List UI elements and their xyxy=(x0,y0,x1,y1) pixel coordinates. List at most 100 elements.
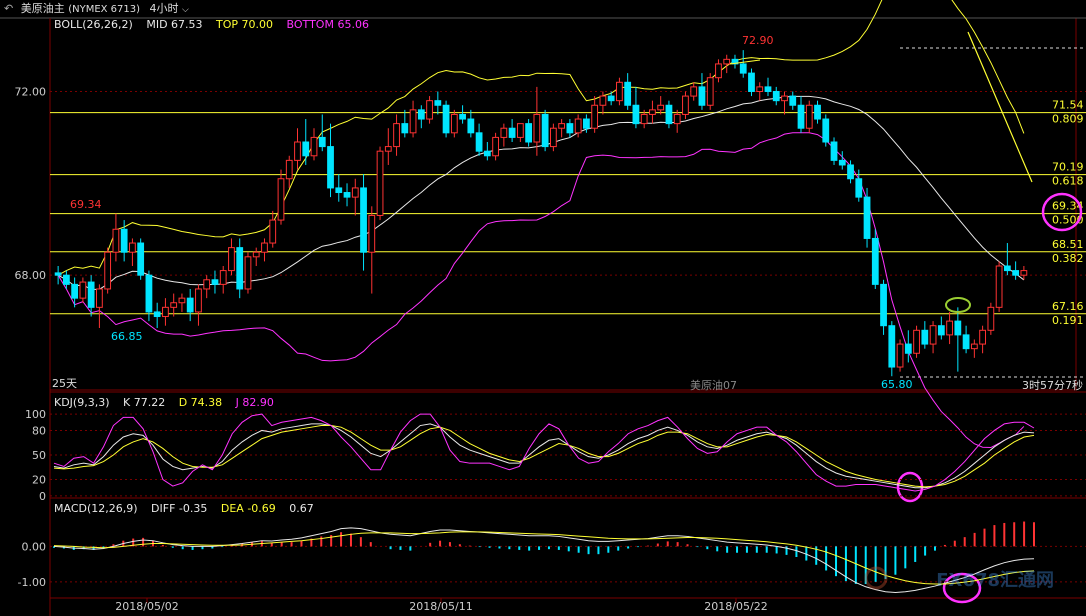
candle-body xyxy=(599,95,607,106)
candle-body xyxy=(979,329,986,345)
kdj-tick-label: 0 xyxy=(39,490,46,503)
candle-body xyxy=(120,228,128,253)
kdj-tick-label: 100 xyxy=(25,408,46,421)
candle-body xyxy=(723,58,731,65)
candle-body xyxy=(401,123,409,134)
candle-body xyxy=(954,320,962,336)
boll-bottom-line xyxy=(57,132,1025,449)
candle-body xyxy=(1003,265,1011,272)
candle-body xyxy=(368,214,376,253)
candle-body xyxy=(87,281,95,308)
macd-tick-label: -1.00 xyxy=(18,576,46,589)
candle-body xyxy=(929,325,937,345)
candle-body xyxy=(946,320,953,336)
candle-body xyxy=(104,251,112,290)
candle-body xyxy=(533,113,541,143)
candle-body xyxy=(360,187,367,253)
candle-body xyxy=(178,297,186,304)
candle-body xyxy=(583,118,590,129)
candle-body xyxy=(54,272,62,276)
candle-body xyxy=(921,329,929,345)
candle-body xyxy=(797,104,805,129)
candle-body xyxy=(863,196,871,239)
kdj-tick-label: 80 xyxy=(32,424,46,437)
candle-body xyxy=(244,256,252,290)
candle-body xyxy=(500,127,508,138)
candle-body xyxy=(904,343,912,354)
candle-body xyxy=(409,109,417,134)
macd-tick-label: 0.00 xyxy=(22,540,47,553)
fib-price-label: 70.19 xyxy=(1052,161,1084,174)
candle-body xyxy=(632,104,640,125)
candle-body xyxy=(665,104,673,125)
candle-body xyxy=(384,146,392,152)
kdj-tick-label: 20 xyxy=(32,474,46,487)
candle-body xyxy=(426,100,433,120)
candle-body xyxy=(145,274,153,313)
left-high-label: 69.34 xyxy=(70,198,102,211)
watermark-code-label: 美原油07 xyxy=(690,378,737,392)
left-low-label: 66.85 xyxy=(111,330,143,343)
trendline xyxy=(967,31,1033,183)
candle-body xyxy=(871,237,879,285)
candle-body xyxy=(492,136,499,157)
candle-body xyxy=(781,95,788,102)
candle-body xyxy=(508,127,516,138)
candle-body xyxy=(351,187,359,198)
candle-body xyxy=(170,302,178,308)
candle-body xyxy=(772,90,780,102)
chart-canvas[interactable]: 72.0068.0071.540.80970.190.61869.340.500… xyxy=(0,0,1086,616)
candle-body xyxy=(937,325,945,336)
candle-body xyxy=(203,279,211,290)
candle-body xyxy=(434,100,442,106)
candle-body xyxy=(657,104,665,111)
candle-body xyxy=(814,104,821,120)
candle-body xyxy=(343,192,351,198)
candle-body xyxy=(228,247,235,272)
candle-body xyxy=(327,146,334,189)
candle-body xyxy=(566,123,574,134)
candle-body xyxy=(624,81,632,106)
candle-body xyxy=(541,113,549,148)
boll-mid-line xyxy=(57,95,1025,290)
candle-body xyxy=(888,325,896,368)
candle-body xyxy=(112,228,120,253)
candle-body xyxy=(483,150,491,157)
candle-body xyxy=(896,343,904,368)
x-tick-label: 2018/05/22 xyxy=(704,600,767,613)
candle-body xyxy=(558,123,566,129)
candle-body xyxy=(335,187,343,194)
x-tick-label: 2018/05/02 xyxy=(115,600,178,613)
candle-body xyxy=(211,279,219,285)
candle-body xyxy=(186,297,194,313)
candle-body xyxy=(261,242,268,253)
candle-body xyxy=(302,141,310,157)
candle-body xyxy=(467,118,475,134)
candle-body xyxy=(153,311,161,318)
candle-body xyxy=(574,118,582,134)
candle-body xyxy=(79,281,87,299)
candle-body xyxy=(162,306,169,318)
candle-body xyxy=(459,113,466,120)
candle-body xyxy=(913,329,920,354)
candle-body xyxy=(376,150,384,216)
candle-body xyxy=(847,164,854,180)
candle-body xyxy=(830,141,838,161)
fib-ratio-label: 0.191 xyxy=(1052,314,1084,327)
countdown-label: 3时57分7秒 xyxy=(1022,378,1083,392)
candle-body xyxy=(516,123,524,138)
kdj-k-line xyxy=(53,423,1035,489)
candle-body xyxy=(62,274,70,285)
fib-price-label: 67.16 xyxy=(1052,300,1084,313)
candle-body xyxy=(269,219,277,244)
candle-body xyxy=(318,136,326,148)
candle-body xyxy=(616,81,623,102)
candle-body xyxy=(475,132,483,152)
candle-body xyxy=(962,334,970,350)
candle-body xyxy=(607,95,615,102)
candle-body xyxy=(393,123,400,148)
candle-body xyxy=(649,109,656,115)
candle-body xyxy=(417,109,425,120)
candle-body xyxy=(640,113,648,125)
candle-body xyxy=(970,343,978,350)
